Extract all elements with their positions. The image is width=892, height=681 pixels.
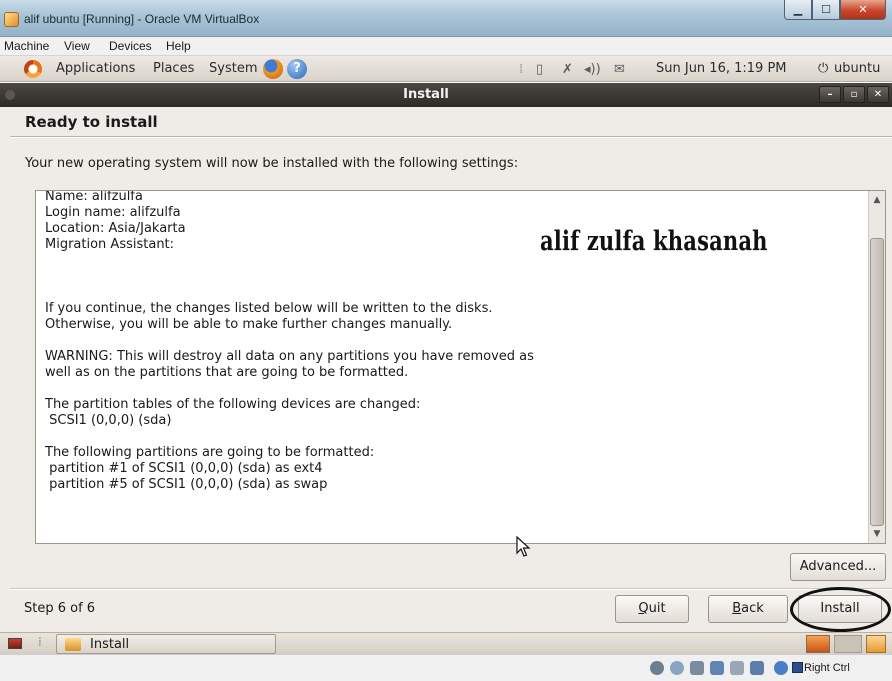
- step-indicator: Step 6 of 6: [24, 601, 96, 616]
- menu-machine[interactable]: Machine: [4, 39, 49, 53]
- intro-text: Your new operating system will now be in…: [25, 156, 519, 171]
- maximize-button[interactable]: ☐: [812, 0, 840, 20]
- panel-menu-system[interactable]: System: [209, 61, 257, 76]
- hand-drawn-highlight-ring: [790, 587, 891, 632]
- back-button[interactable]: Back: [708, 595, 788, 623]
- shared-folders-icon[interactable]: [730, 661, 744, 675]
- window-controls: ▁ ☐ ✕: [784, 0, 886, 20]
- firefox-launcher-icon[interactable]: [263, 59, 283, 79]
- summary-line: well as on the partitions that are going…: [45, 365, 409, 380]
- network-icon[interactable]: ✗: [562, 62, 573, 77]
- workspace-2-icon[interactable]: [834, 635, 862, 653]
- summary-line: WARNING: This will destroy all data on a…: [45, 349, 534, 364]
- watermark-text: alif zulfa khasanah: [540, 226, 768, 257]
- scroll-up-arrow-icon[interactable]: ▲: [869, 191, 885, 209]
- scroll-thumb[interactable]: [870, 238, 884, 526]
- install-window-title: Install: [403, 87, 449, 102]
- close-button[interactable]: ✕: [840, 0, 886, 20]
- ubuntu-logo-icon[interactable]: [24, 60, 42, 78]
- taskbar-item-label: Install: [90, 637, 130, 652]
- mouse-pointer-icon: [516, 536, 531, 557]
- power-icon[interactable]: ⏻: [818, 61, 828, 76]
- panel-clock[interactable]: Sun Jun 16, 1:19 PM: [656, 61, 787, 76]
- advanced-button[interactable]: Advanced...: [790, 553, 886, 581]
- panel-separator-icon: ⁞: [38, 635, 42, 649]
- mouse-integration-icon[interactable]: [774, 661, 788, 675]
- summary-line: If you continue, the changes listed belo…: [45, 301, 493, 316]
- summary-line: Login name: alifzulfa: [45, 205, 181, 220]
- installer-icon: [65, 638, 81, 651]
- show-desktop-icon[interactable]: [8, 638, 22, 649]
- summary-line: partition #1 of SCSI1 (0,0,0) (sda) as e…: [45, 461, 323, 476]
- install-dialog: Ready to install Your new operating syst…: [0, 107, 892, 632]
- summary-line: Otherwise, you will be able to make furt…: [45, 317, 453, 332]
- vbox-statusbar: Right Ctrl: [0, 654, 892, 681]
- panel-menu-places[interactable]: Places: [153, 61, 194, 76]
- summary-line: SCSI1 (0,0,0) (sda): [45, 413, 172, 428]
- gnome-top-panel: Applications Places System ? ⁞ ▯ ✗ ◂)) ✉…: [0, 56, 892, 82]
- mail-icon[interactable]: ✉: [614, 62, 625, 77]
- optical-drive-icon[interactable]: [670, 661, 684, 675]
- host-key-label: Right Ctrl: [804, 662, 850, 674]
- summary-line: Name: alifzulfa: [45, 191, 143, 204]
- virtualbox-icon: [4, 12, 19, 27]
- install-window-titlebar: Install – ▫ ✕: [0, 83, 892, 107]
- gnome-bottom-panel: ⁞ Install: [0, 632, 892, 654]
- menu-devices[interactable]: Devices: [109, 39, 152, 53]
- host-key-icon: [792, 662, 803, 673]
- battery-icon[interactable]: ▯: [536, 62, 543, 77]
- help-launcher-icon[interactable]: ?: [287, 59, 307, 79]
- install-maximize-button[interactable]: ▫: [843, 86, 865, 103]
- summary-line: The partition tables of the following de…: [45, 397, 421, 412]
- panel-menu-applications[interactable]: Applications: [56, 61, 135, 76]
- summary-line: partition #5 of SCSI1 (0,0,0) (sda) as s…: [45, 477, 328, 492]
- menu-view[interactable]: View: [64, 39, 90, 53]
- taskbar-item-install[interactable]: Install: [56, 634, 276, 654]
- quit-button[interactable]: Quit: [615, 595, 689, 623]
- panel-user[interactable]: ubuntu: [834, 61, 880, 76]
- workspace-1-icon[interactable]: [806, 635, 830, 653]
- hard-disk-icon[interactable]: [650, 661, 664, 675]
- summary-line: Location: Asia/Jakarta: [45, 221, 186, 236]
- window-title: alif ubuntu [Running] - Oracle VM Virtua…: [24, 12, 260, 26]
- network-adapter-icon[interactable]: [710, 661, 724, 675]
- display-icon[interactable]: [750, 661, 764, 675]
- panel-separator-icon: ⁞: [519, 62, 524, 77]
- install-window-controls: – ▫ ✕: [819, 86, 889, 103]
- install-close-button[interactable]: ✕: [867, 86, 889, 103]
- install-minimize-button[interactable]: –: [819, 86, 841, 103]
- menu-help[interactable]: Help: [166, 39, 191, 53]
- usb-icon[interactable]: [690, 661, 704, 675]
- summary-line: Migration Assistant:: [45, 237, 175, 252]
- volume-icon[interactable]: ◂)): [584, 62, 601, 77]
- minimize-button[interactable]: ▁: [784, 0, 812, 20]
- summary-line: The following partitions are going to be…: [45, 445, 375, 460]
- trash-icon[interactable]: [866, 635, 886, 653]
- divider: [10, 136, 892, 138]
- vbox-menubar: Machine View Devices Help: [0, 37, 892, 56]
- scroll-down-arrow-icon[interactable]: ▼: [869, 525, 885, 543]
- summary-scrollbar[interactable]: ▲ ▼: [868, 191, 885, 543]
- divider: [10, 588, 892, 590]
- heading-bar: Ready to install: [0, 107, 892, 134]
- page-title: Ready to install: [25, 113, 158, 131]
- vbox-titlebar: alif ubuntu [Running] - Oracle VM Virtua…: [0, 0, 892, 37]
